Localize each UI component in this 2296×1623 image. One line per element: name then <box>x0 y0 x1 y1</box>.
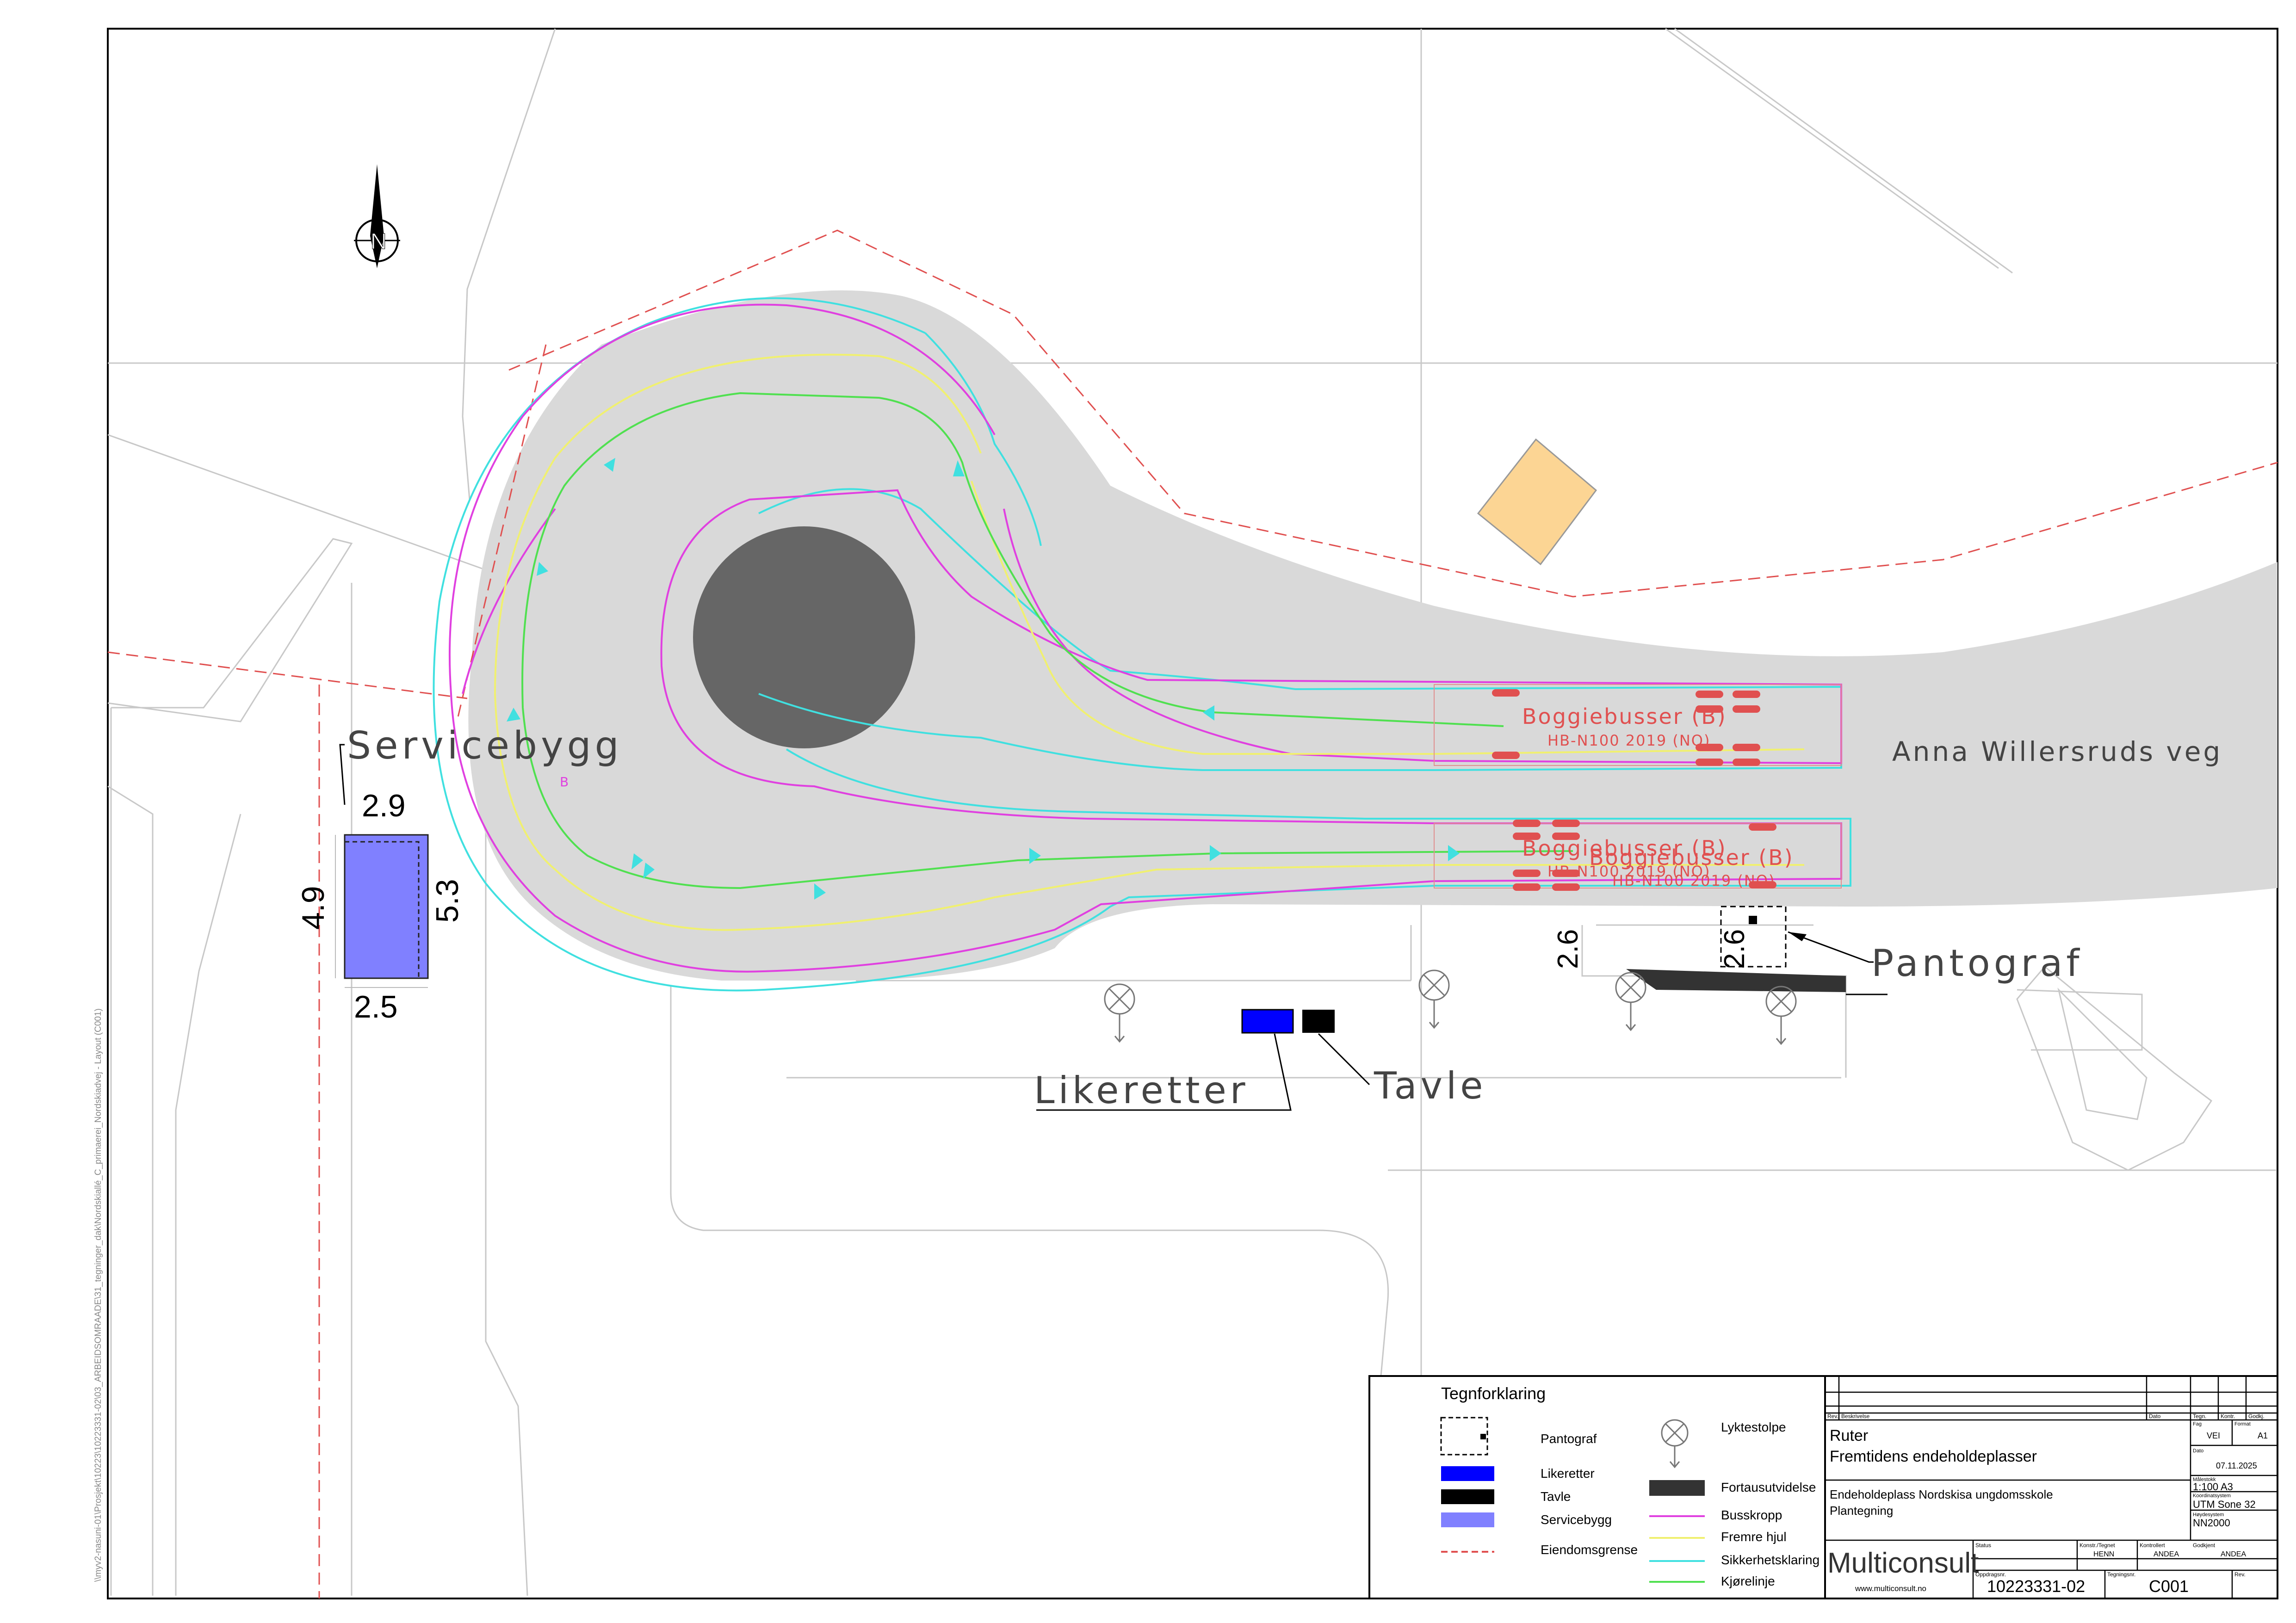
north-letter: N <box>371 229 387 254</box>
tb-company: Multiconsult <box>1827 1547 1979 1579</box>
tb-malestokk-value: 1:100 A3 <box>2193 1481 2233 1493</box>
legend-right-1: Fortausutvidelse <box>1721 1480 1816 1494</box>
bus-label-1: Boggiebusser (B) <box>1522 704 1727 729</box>
tb-oppdrag-value: 10223331-02 <box>1987 1577 2085 1596</box>
servicebygg-rect <box>344 834 429 979</box>
legend-left-0: Pantograf <box>1541 1432 1597 1446</box>
tb-godkjent-label: Godkjent <box>2193 1542 2216 1549</box>
tb-format-label: Format <box>2234 1421 2251 1427</box>
tb-koord-value: UTM Sone 32 <box>2193 1499 2256 1510</box>
tb-beskrivelse: Beskrivelse <box>1841 1413 1870 1419</box>
street-name: Anna Willersruds veg <box>1892 736 2222 767</box>
legend-right-3: Fremre hjul <box>1721 1530 1787 1544</box>
dim-right: 5.3 <box>430 879 465 923</box>
tb-fag-value: VEI <box>2207 1431 2220 1440</box>
legend-right-0: Lyktestolpe <box>1721 1420 1786 1434</box>
tb-koord-label: Koordinatsystem <box>2193 1493 2231 1499</box>
likeretter-rect <box>1241 1009 1294 1034</box>
bus-sublabel-1: HB-N100 2019 (NO) <box>1547 732 1710 749</box>
legend-right-2: Busskropp <box>1721 1508 1782 1522</box>
site-plan-drawing: \\myv2-nasuni-01\Prosjekt\10223\10223331… <box>93 28 2278 1599</box>
dim-top: 2.9 <box>362 788 406 823</box>
tb-dato: Dato <box>2149 1413 2161 1419</box>
orange-building <box>1477 438 1597 566</box>
tb-client: Ruter <box>1830 1427 1868 1444</box>
legend-left-1: Likeretter <box>1541 1466 1595 1481</box>
tb-godkjent-value: ANDEA <box>2221 1550 2246 1558</box>
tb-fag-label: Fag <box>2193 1421 2202 1427</box>
likeretter-label: Likeretter <box>1034 1069 1249 1112</box>
servicebygg-label: Servicebygg <box>347 724 623 768</box>
bus-sublabel-2b: HB-N100 2019 (NO) <box>1612 872 1775 889</box>
tb-tegningsnr-label: Tegningsnr. <box>2107 1571 2135 1578</box>
dim-bottom: 2.5 <box>354 989 398 1024</box>
legend-left-3: Servicebygg <box>1541 1512 1612 1527</box>
dim-left: 4.9 <box>296 886 331 930</box>
tb-format-value: A1 <box>2258 1431 2268 1440</box>
curve-tag: B <box>560 774 569 790</box>
dim-canopy1: 2.6 <box>1552 929 1584 969</box>
tavle-rect <box>1302 1010 1335 1033</box>
tb-drawing-2: Plantegning <box>1830 1504 1893 1518</box>
north-arrow-icon: N <box>354 164 400 268</box>
title-block-text: Rev. Beskrivelse Dato Tegn. Kontr. Godkj… <box>1827 1413 2268 1596</box>
fortausutvidelse <box>1626 969 1846 992</box>
tavle-label: Tavle <box>1374 1064 1486 1107</box>
legend-title: Tegnforklaring <box>1441 1384 1546 1403</box>
tb-kontr: Kontr. <box>2221 1413 2235 1419</box>
tb-rev-label: Rev. <box>2234 1571 2246 1578</box>
legend: Tegnforklaring Pantograf Likeretter Tavl… <box>1368 1375 1826 1599</box>
tb-hoyde-value: NN2000 <box>2193 1517 2230 1529</box>
tb-tegn: Tegn. <box>2193 1413 2206 1419</box>
tb-rev: Rev. <box>1827 1413 1838 1419</box>
tb-tegningsnr-value: C001 <box>2149 1577 2189 1596</box>
legend-left-2: Tavle <box>1541 1489 1571 1504</box>
tb-konstr-value: HENN <box>2093 1550 2114 1558</box>
tb-konstr-label: Konstr./Tegnet <box>2079 1542 2115 1549</box>
tb-kontrollert-value: ANDEA <box>2154 1550 2179 1558</box>
tb-website: www.multiconsult.no <box>1855 1584 1926 1593</box>
legend-right-4: Sikkerhetsklaring <box>1721 1553 1819 1567</box>
tb-dato-label: Dato <box>2193 1448 2203 1454</box>
tb-drawing-1: Endeholdeplass Nordskisa ungdomsskole <box>1830 1487 2053 1501</box>
tb-godkj: Godkj. <box>2248 1413 2265 1419</box>
tb-dato-value: 07.11.2025 <box>2216 1461 2257 1470</box>
tb-project: Fremtidens endeholdeplasser <box>1830 1448 2037 1465</box>
legend-right-5: Kjørelinje <box>1721 1574 1775 1588</box>
central-island <box>693 526 915 748</box>
legend-left-4: Eiendomsgrense <box>1541 1543 1638 1557</box>
file-path-text: \\myv2-nasuni-01\Prosjekt\10223\10223331… <box>93 1008 103 1582</box>
tb-kontrollert-label: Kontrollert <box>2140 1542 2165 1549</box>
tb-status-label: Status <box>1975 1542 1991 1549</box>
pantograf-label: Pantograf <box>1871 942 2083 985</box>
dim-canopy2: 2.6 <box>1719 929 1751 969</box>
